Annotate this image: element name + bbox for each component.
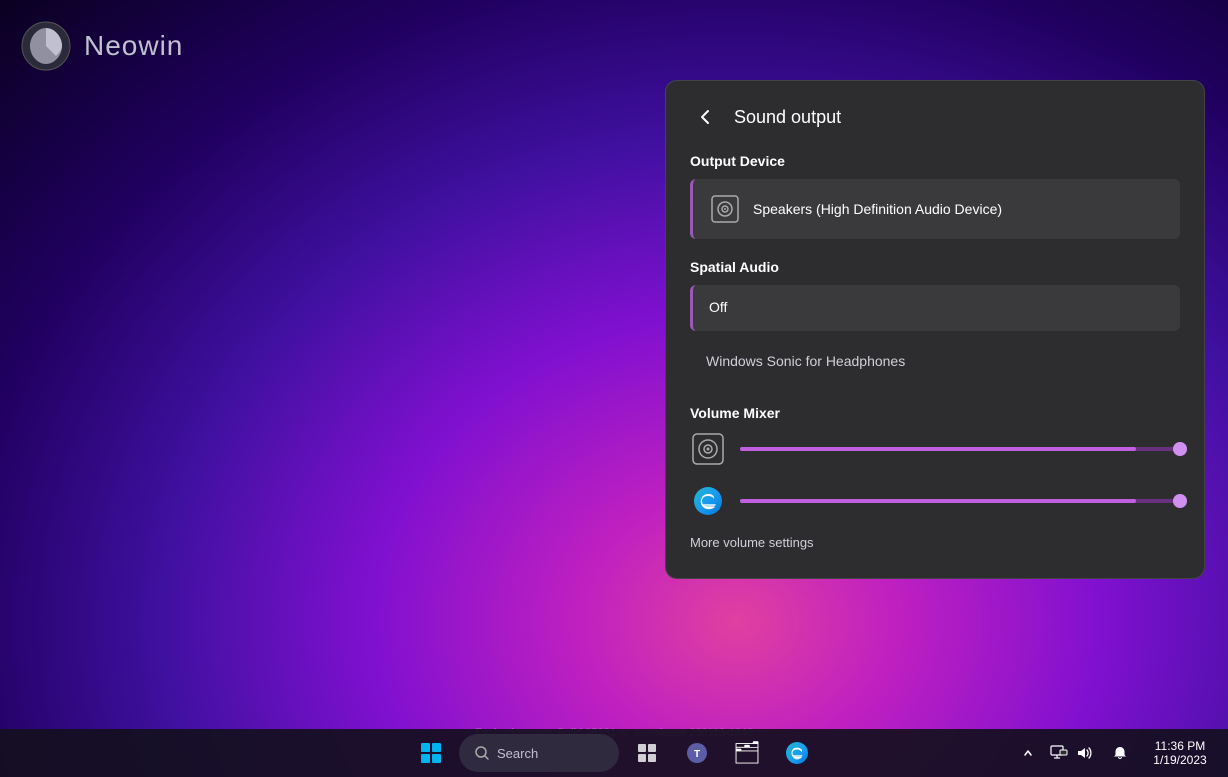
clock-time: 11:36 PM	[1155, 739, 1205, 753]
sound-output-panel: Sound output Output Device Speakers (Hig…	[665, 80, 1205, 579]
show-hidden-icons-button[interactable]	[1018, 735, 1038, 771]
spatial-off-option[interactable]: Off	[690, 285, 1180, 331]
chevron-up-icon	[1023, 748, 1033, 758]
clock-area[interactable]: 11:36 PM 1/19/2023	[1140, 737, 1220, 769]
svg-text:T: T	[694, 749, 700, 760]
notification-button[interactable]	[1104, 735, 1136, 771]
spatial-audio-label: Spatial Audio	[690, 259, 1180, 275]
folder-icon: 🗂	[733, 740, 761, 766]
file-explorer-button[interactable]: 🗂	[725, 731, 769, 775]
edge-slider[interactable]	[740, 499, 1180, 503]
speaker-icon	[709, 193, 741, 225]
edge-button[interactable]	[775, 731, 819, 775]
tray-icons-group[interactable]	[1042, 740, 1100, 766]
neowin-logo-icon	[20, 20, 72, 72]
teams-icon: T	[685, 741, 709, 765]
more-volume-settings-link[interactable]: More volume settings	[690, 535, 1180, 550]
system-tray: 11:36 PM 1/19/2023	[1018, 729, 1228, 777]
search-label: Search	[497, 746, 538, 761]
task-view-button[interactable]	[625, 731, 669, 775]
speaker-slider[interactable]	[740, 447, 1180, 451]
teams-button[interactable]: T	[675, 731, 719, 775]
win-logo-q3	[421, 754, 430, 763]
win-logo-q1	[421, 743, 430, 752]
taskbar: Search T 🗂	[0, 729, 1228, 777]
output-device-label: Output Device	[690, 153, 1180, 169]
panel-title: Sound output	[734, 107, 841, 128]
speaker-volume-icon	[690, 431, 726, 467]
clock-date: 1/19/2023	[1153, 753, 1206, 767]
spatial-audio-section: Spatial Audio Off Windows Sonic for Head…	[690, 259, 1180, 385]
volume-mixer-label: Volume Mixer	[690, 405, 1180, 421]
panel-header: Sound output	[690, 101, 1180, 133]
spatial-windows-sonic-option[interactable]: Windows Sonic for Headphones	[690, 339, 1180, 385]
edge-taskbar-icon	[785, 741, 809, 765]
spatial-off-text: Off	[709, 299, 727, 315]
device-item[interactable]: Speakers (High Definition Audio Device)	[690, 179, 1180, 239]
start-button[interactable]	[409, 731, 453, 775]
task-view-icon	[637, 743, 657, 763]
search-icon	[475, 746, 489, 760]
volume-icon	[1074, 744, 1092, 762]
neowin-logo: Neowin	[20, 20, 183, 72]
edge-volume-icon	[690, 483, 726, 519]
windows-logo-icon	[421, 743, 441, 763]
back-button[interactable]	[690, 101, 722, 133]
speaker-volume-item	[690, 431, 1180, 467]
spatial-windows-sonic-text: Windows Sonic for Headphones	[706, 353, 905, 369]
display-icon	[1050, 744, 1068, 762]
neowin-text: Neowin	[84, 30, 183, 62]
win-logo-q2	[432, 743, 441, 752]
notification-icon	[1112, 745, 1128, 761]
taskbar-center: Search T 🗂	[409, 731, 819, 775]
search-bar[interactable]: Search	[459, 734, 619, 772]
win-logo-q4	[432, 754, 441, 763]
edge-volume-item	[690, 483, 1180, 519]
volume-mixer-section: Volume Mixer	[690, 405, 1180, 550]
device-name: Speakers (High Definition Audio Device)	[753, 201, 1002, 217]
